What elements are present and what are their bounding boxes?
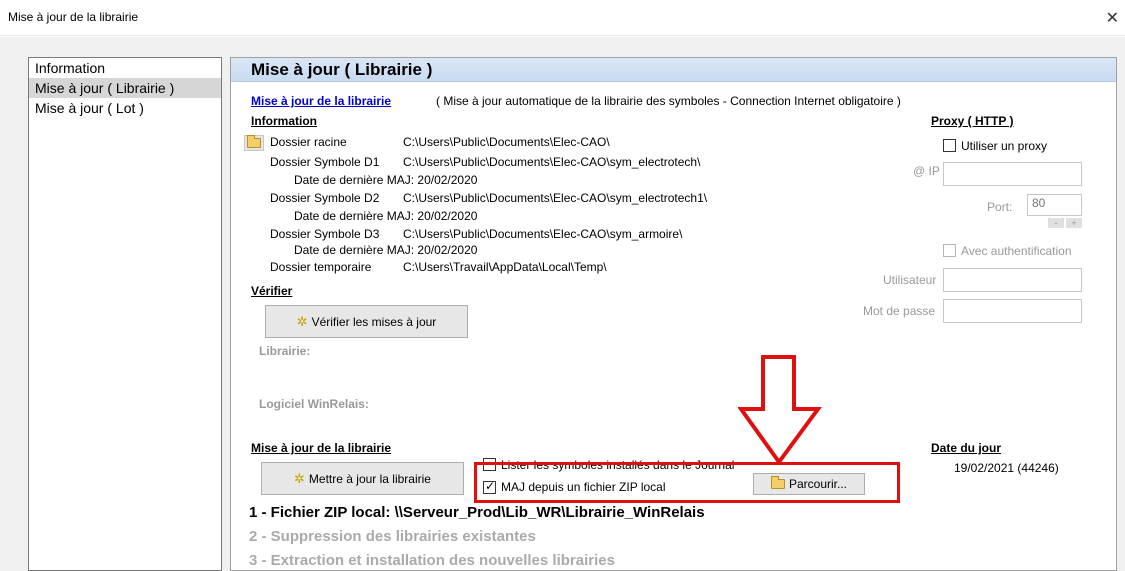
date-value: 19/02/2021 (44246): [954, 461, 1059, 475]
proxy-heading: Proxy ( HTTP ): [931, 114, 1014, 128]
close-icon[interactable]: ✕: [1106, 8, 1119, 27]
check-updates-button[interactable]: ✲ Vérifier les mises à jour: [265, 305, 468, 338]
user-field[interactable]: [943, 268, 1082, 292]
folder-icon: [247, 135, 261, 148]
date-heading: Date du jour: [931, 441, 1002, 455]
password-label: Mot de passe: [863, 304, 936, 318]
panel-header: Mise à jour ( Librairie ): [231, 58, 1116, 82]
step-3-text: 3 - Extraction et installation des nouve…: [249, 552, 615, 569]
update-heading: Mise à jour de la librairie: [251, 441, 392, 455]
auth-label: Avec authentification: [961, 244, 1072, 258]
update-library-button[interactable]: ✲ Mettre à jour la librairie: [261, 462, 464, 495]
gears-icon: ✲: [294, 470, 305, 486]
sidebar-nav: Information Mise à jour ( Librairie ) Mi…: [28, 57, 222, 571]
header-note: ( Mise à jour automatique de la librairi…: [436, 94, 901, 108]
window-title: Mise à jour de la librairie: [8, 10, 139, 24]
port-stepper[interactable]: - +: [1027, 218, 1082, 230]
info-value-temp: C:\Users\Travail\AppData\Local\Temp\: [403, 260, 607, 274]
port-label: Port:: [987, 200, 1013, 214]
logiciel-status-label: Logiciel WinRelais:: [259, 397, 369, 411]
user-label: Utilisateur: [883, 273, 937, 287]
step-1-text: 1 - Fichier ZIP local: \\Serveur_Prod\Li…: [249, 504, 705, 521]
update-library-link[interactable]: Mise à jour de la librairie: [251, 94, 391, 108]
use-proxy-checkbox[interactable]: [943, 139, 956, 152]
info-label-d1: Dossier Symbole D1: [270, 155, 380, 169]
arrow-down-icon: [738, 355, 822, 466]
librairie-status-label: Librairie:: [259, 344, 311, 358]
port-field[interactable]: 80: [1027, 194, 1082, 216]
sidebar-item-information[interactable]: Information: [29, 58, 221, 78]
browse-button[interactable]: Parcourir...: [753, 473, 865, 495]
update-library-label: Mettre à jour la librairie: [308, 471, 431, 486]
step-2-text: 2 - Suppression des librairies existante…: [249, 528, 536, 545]
title-bar: Mise à jour de la librairie ✕: [0, 0, 1125, 36]
ip-field[interactable]: [943, 162, 1082, 186]
info-label-racine: Dossier racine: [270, 135, 347, 149]
info-value-d1: C:\Users\Public\Documents\Elec-CAO\sym_e…: [403, 155, 701, 169]
auth-checkbox[interactable]: [943, 244, 956, 257]
password-field[interactable]: [943, 299, 1082, 323]
info-date-d2: Date de dernière MAJ: 20/02/2020: [294, 209, 478, 223]
sidebar-item-mise-a-jour-librairie[interactable]: Mise à jour ( Librairie ): [29, 78, 221, 98]
browse-label: Parcourir...: [788, 477, 848, 491]
check-updates-label: Vérifier les mises à jour: [311, 314, 437, 329]
verifier-heading: Vérifier: [251, 284, 293, 298]
root-folder-button[interactable]: [244, 135, 264, 151]
sidebar-item-mise-a-jour-lot[interactable]: Mise à jour ( Lot ): [29, 98, 221, 118]
port-decrement-button[interactable]: -: [1048, 218, 1064, 228]
ip-label: @ IP: [913, 164, 940, 178]
gears-icon: ✲: [296, 313, 308, 329]
page-title: Mise à jour ( Librairie ): [251, 60, 433, 79]
info-date-d1: Date de dernière MAJ: 20/02/2020: [294, 173, 478, 187]
info-label-temp: Dossier temporaire: [270, 260, 372, 274]
use-proxy-label: Utiliser un proxy: [961, 139, 1048, 153]
port-increment-button[interactable]: +: [1066, 218, 1082, 228]
info-label-d2: Dossier Symbole D2: [270, 191, 380, 205]
info-value-racine: C:\Users\Public\Documents\Elec-CAO\: [403, 135, 610, 149]
info-value-d3: C:\Users\Public\Documents\Elec-CAO\sym_a…: [403, 227, 683, 241]
info-label-d3: Dossier Symbole D3: [270, 227, 380, 241]
information-heading: Information: [251, 114, 317, 128]
folder-icon: [770, 476, 785, 489]
zip-local-checkbox[interactable]: [483, 479, 496, 494]
info-date-d3: Date de dernière MAJ: 20/02/2020: [294, 243, 478, 257]
info-value-d2: C:\Users\Public\Documents\Elec-CAO\sym_e…: [403, 191, 708, 205]
zip-local-label: MAJ depuis un fichier ZIP local: [501, 480, 666, 494]
